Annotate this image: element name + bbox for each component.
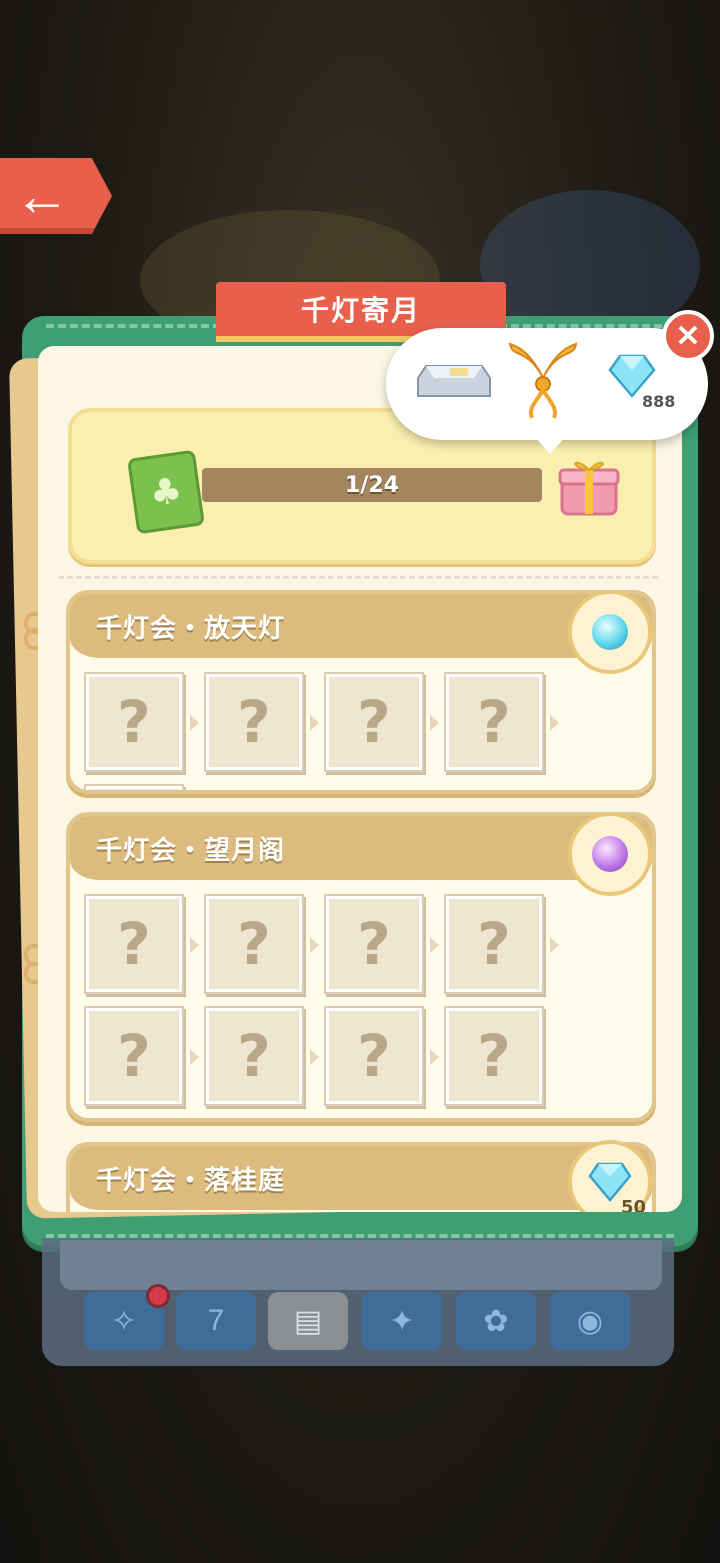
section-title: 千灯会・望月阁 <box>96 835 286 866</box>
page-title-text: 千灯寄月 <box>300 294 421 327</box>
locked-slot[interactable]: ? <box>446 1008 542 1104</box>
section-title: 千灯会・放天灯 <box>96 613 286 644</box>
close-button[interactable]: ✕ <box>662 310 714 362</box>
progress-bar: 1/24 <box>202 468 542 502</box>
section-reward-badge[interactable] <box>568 812 652 896</box>
divider <box>58 576 658 579</box>
purple-orb-icon <box>592 836 628 872</box>
locked-slot[interactable]: ? <box>206 674 319 770</box>
slot-grid: ? ? ? ? ? <box>70 658 652 790</box>
question-mark-icon: ? <box>237 688 271 756</box>
back-button[interactable]: ← <box>0 158 112 234</box>
reward-preview-popup: 888 <box>386 328 708 454</box>
back-arrow-icon: ← <box>14 164 70 227</box>
collection-section: 千灯会・放天灯 ? ? ? ? ? <box>66 590 656 794</box>
leaf-icon: ✿ <box>483 1304 509 1338</box>
locked-slot[interactable]: ? <box>326 1008 439 1104</box>
locked-slot[interactable]: ? <box>326 896 439 992</box>
section-header: 千灯会・望月阁 <box>70 816 652 880</box>
badge-count: 50 <box>620 1197 646 1212</box>
locked-slot[interactable]: ? <box>86 786 182 790</box>
tab-potion[interactable]: ◉ <box>550 1292 630 1350</box>
question-mark-icon: ? <box>357 910 391 978</box>
gift-icon: ✦ <box>389 1304 415 1338</box>
locked-slot[interactable]: ? <box>86 1008 199 1104</box>
question-mark-icon: ? <box>477 1022 511 1090</box>
question-mark-icon: ? <box>117 910 151 978</box>
floor-tile-icon <box>417 365 491 397</box>
slot-grid: ? ? ? ? ? ? ? ? <box>70 880 652 1114</box>
question-mark-icon: ? <box>117 1022 151 1090</box>
question-mark-icon: ? <box>477 910 511 978</box>
question-mark-icon: ? <box>357 688 391 756</box>
question-mark-icon: ? <box>357 1022 391 1090</box>
album-page: ♣ 1/24 千灯会・放天灯 ? ? ? ? ? 千灯会・望月阁 <box>38 346 682 1212</box>
locked-slot[interactable]: ? <box>326 674 439 770</box>
progress-text: 1/24 <box>345 472 399 498</box>
clover-book-icon: ♣ <box>127 449 205 535</box>
potion-icon: ◉ <box>576 1304 604 1338</box>
party-popper-icon: ✧ <box>111 1304 137 1338</box>
question-mark-icon: ? <box>477 688 511 756</box>
blue-orb-icon <box>592 614 628 650</box>
locked-slot[interactable]: ? <box>86 896 199 992</box>
close-icon: ✕ <box>675 319 701 353</box>
locked-slot[interactable]: ? <box>206 896 319 992</box>
tab-calendar[interactable]: 7 <box>176 1292 256 1350</box>
locked-slot[interactable]: ? <box>206 1008 319 1104</box>
gift-box-icon[interactable] <box>558 454 620 518</box>
tab-ticket-album[interactable]: ▤ <box>268 1292 348 1350</box>
section-title: 千灯会・落桂庭 <box>96 1165 286 1196</box>
section-reward-badge[interactable] <box>568 590 652 674</box>
notification-dot <box>146 1284 170 1308</box>
question-mark-icon: ? <box>237 1022 271 1090</box>
calendar-icon: 7 <box>207 1304 225 1337</box>
section-header: 千灯会・放天灯 <box>70 594 652 658</box>
tab-gift[interactable]: ✦ <box>362 1292 442 1350</box>
locked-slot[interactable]: ? <box>446 896 559 992</box>
tab-bar-header <box>60 1240 662 1290</box>
golden-wings-icon <box>508 342 578 419</box>
diamond-icon <box>588 1162 632 1202</box>
reward-count: 888 <box>642 392 676 411</box>
ticket-album-icon: ▤ <box>293 1304 323 1338</box>
tab-leaf[interactable]: ✿ <box>456 1292 536 1350</box>
locked-slot[interactable]: ? <box>86 674 199 770</box>
question-mark-icon: ? <box>237 910 271 978</box>
section-header: 千灯会・落桂庭 <box>70 1146 652 1210</box>
locked-slot[interactable]: ? <box>446 674 559 770</box>
question-mark-icon: ? <box>117 688 151 756</box>
